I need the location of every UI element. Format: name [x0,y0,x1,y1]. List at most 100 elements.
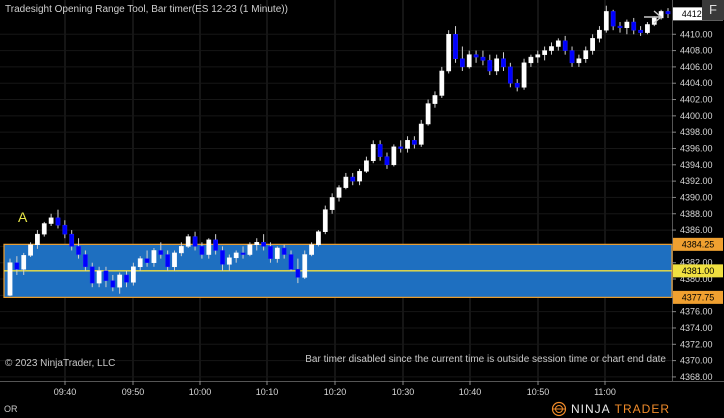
candle [535,50,541,63]
candle-body [665,11,671,15]
candle-body [62,224,68,235]
grid-lines [0,0,724,382]
candle [350,172,356,186]
candle [555,38,561,51]
candle-body [364,160,369,172]
candle [412,136,417,149]
candle [562,35,568,55]
marker-a-label: A [18,209,28,225]
candle-body [610,11,616,27]
candle-body [295,268,301,278]
price-badge-label: 4384.25 [682,239,715,249]
candle-body [432,95,438,104]
candle-body [638,29,643,33]
price-tick-label: 4408.00 [680,46,713,56]
time-tick-label: 09:40 [54,387,77,397]
price-tick-label: 4386.00 [680,225,713,235]
price-tick-label: 4394.00 [680,160,713,170]
price-tick-label: 4368.00 [680,372,713,382]
candle-body [466,54,472,68]
candle [617,22,623,33]
candle [583,46,589,63]
candle [391,144,397,167]
price-tick-label: 4402.00 [680,95,713,105]
candle [425,99,431,126]
candle-body [521,62,527,88]
candle-body [322,209,328,232]
or-label: OR [4,404,18,414]
candle [62,220,68,239]
candle [7,258,13,297]
candle [597,26,602,43]
price-tick-label: 4392.00 [680,176,713,186]
f-button[interactable]: F [702,0,724,20]
candle-body [240,252,246,255]
candle-body [597,29,602,39]
candle-body [41,223,47,235]
price-tick-label: 4410.00 [680,29,713,39]
candle-body [247,244,253,255]
candle [432,91,438,108]
candle-body [103,270,109,281]
candle-body [316,231,321,246]
price-tick-label: 4372.00 [680,339,713,349]
candle [418,119,424,147]
candle [631,17,637,35]
candle [480,50,486,66]
time-tick-label: 10:40 [459,387,482,397]
candle-body [624,21,630,28]
candle [384,152,390,169]
candle-body [377,144,383,157]
candle-body [439,70,445,96]
candle-body [165,254,171,268]
ninjatrader-logo: NINJA TRADER [551,400,670,418]
candle-body [309,244,314,255]
price-tick-label: 4390.00 [680,192,713,202]
candle [569,46,575,67]
price-badge: 4381.00 [673,264,723,278]
candle-body [480,56,486,61]
chart-panel[interactable]: 4368.004370.004372.004374.004376.004378.… [0,0,724,418]
candle-body [507,66,513,84]
price-tick-label: 4388.00 [680,209,713,219]
price-axis: 4368.004370.004372.004374.004376.004378.… [672,29,713,382]
candle-body [425,103,431,125]
candle-body [288,254,294,270]
candle [322,205,328,235]
candle-body [96,270,102,284]
candle-body [178,246,184,254]
candle [665,8,671,18]
candle-body [384,156,390,166]
candle-body [453,34,458,59]
time-axis: 09:40 09:50 10:00 10:10 10:20 10:30 10:40 10:50… [54,381,616,397]
candle-body [213,239,218,251]
candle-body [617,25,623,28]
brand-text-ninja: NINJA [571,402,611,416]
brand-text-trader: TRADER [614,402,671,416]
candle-body [35,233,40,246]
candle-body [562,40,568,51]
candle [446,30,452,74]
price-badge: 4377.75 [673,290,723,304]
price-badge-label: 4381.00 [682,266,715,276]
candle [610,9,616,31]
candle-body [55,217,61,226]
candle-body [274,247,280,259]
candle-body [76,246,81,255]
candle [398,140,404,153]
bar-timer-message: Bar timer disabled since the current tim… [305,354,666,365]
candle-body [357,171,362,182]
candle [377,140,383,161]
candle-body [590,38,595,51]
time-tick-label: 10:20 [324,387,347,397]
candle [466,50,472,69]
time-tick-label: 09:50 [122,387,145,397]
candle-body [569,50,575,64]
arrow-right-icon[interactable] [642,8,664,26]
candle-body [336,187,342,198]
candle [521,58,527,90]
candle [55,209,61,229]
price-badge-label: 4377.75 [682,292,715,302]
candle-body [494,58,500,72]
price-tick-label: 4376.00 [680,307,713,317]
